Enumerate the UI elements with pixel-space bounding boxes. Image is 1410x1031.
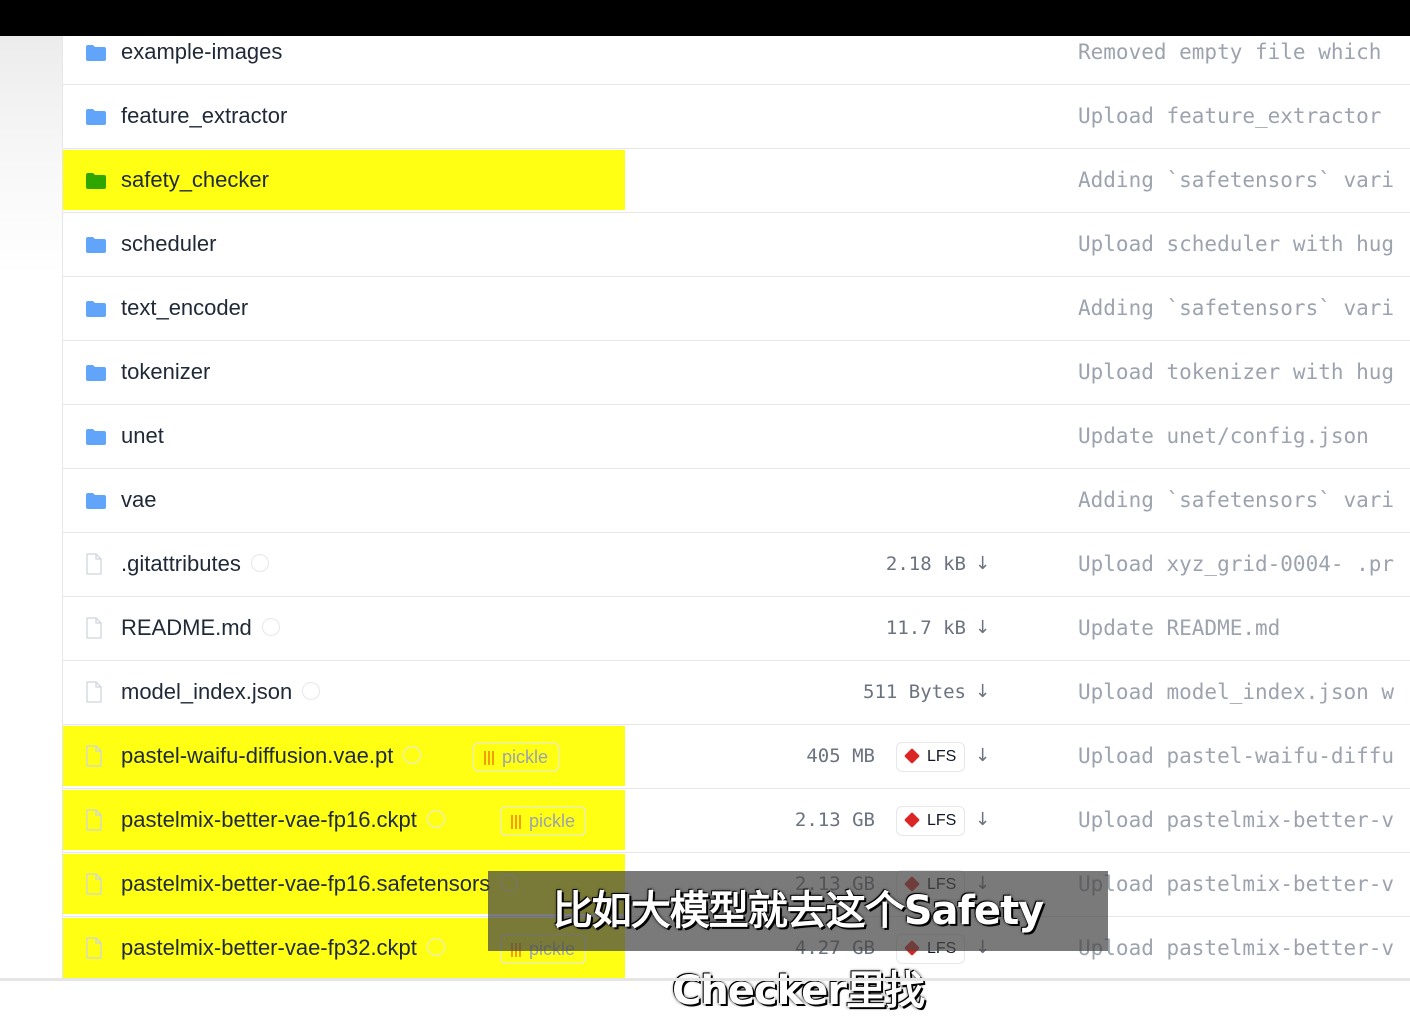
file-icon (85, 745, 107, 767)
file-name-link[interactable]: unet (121, 404, 164, 468)
file-size: 11.7 kB (885, 617, 966, 639)
folder-row[interactable]: safety_checker Adding `safetensors` vari (63, 148, 1410, 213)
file-name-link[interactable]: pastel-waifu-diffusion.vae.pt (121, 724, 422, 788)
commit-message-link[interactable]: Adding `safetensors` vari (1078, 468, 1394, 532)
folder-row[interactable]: tokenizer Upload tokenizer with hug (63, 340, 1410, 405)
file-icon (85, 553, 107, 575)
commit-message-link[interactable]: Upload xyz_grid-0004- .pr (1078, 532, 1394, 596)
commit-message-link[interactable]: Removed empty file which (1078, 20, 1381, 84)
file-list: example-images Removed empty file which fe… (62, 36, 1410, 981)
commit-message-link[interactable]: Adding `safetensors` vari (1078, 148, 1394, 212)
download-icon[interactable]: ↓ (975, 660, 990, 724)
folder-row[interactable]: text_encoder Adding `safetensors` vari (63, 276, 1410, 341)
file-name-link[interactable]: example-images (121, 20, 282, 84)
commit-message-link[interactable]: Upload feature_extractor (1078, 84, 1381, 148)
folder-icon (85, 173, 107, 189)
commit-message-link[interactable]: Upload pastel-waifu-diffu (1078, 724, 1394, 788)
commit-message-link[interactable]: Update README.md (1078, 596, 1280, 660)
download-icon[interactable]: ↓ (975, 724, 990, 788)
page-left-margin (0, 36, 62, 981)
safe-check-icon (250, 554, 269, 573)
commit-message-link[interactable]: Adding `safetensors` vari (1078, 276, 1394, 340)
commit-message-link[interactable]: Upload pastelmix-better-v (1078, 852, 1394, 916)
folder-icon (85, 301, 107, 317)
file-name-link[interactable]: pastelmix-better-vae-fp32.ckpt (121, 916, 445, 980)
file-icon (85, 937, 107, 959)
lfs-badge: LFS (896, 742, 966, 772)
folder-icon (85, 429, 107, 445)
file-size: 2.18 kB (885, 553, 966, 575)
commit-message-link[interactable]: Upload tokenizer with hug (1078, 340, 1394, 404)
commit-message-link[interactable]: Upload pastelmix-better-v (1078, 916, 1394, 980)
folder-row[interactable]: vae Adding `safetensors` vari (63, 468, 1410, 533)
pickle-badge: pickle (500, 806, 587, 836)
file-row[interactable]: pastelmix-better-vae-fp16.ckpt pickle 2.13… (63, 788, 1410, 853)
folder-icon (85, 365, 107, 381)
lfs-icon (904, 748, 920, 764)
file-size: 405 MB (806, 745, 875, 767)
folder-row[interactable]: unet Update unet/config.json (63, 404, 1410, 469)
pickle-icon (484, 751, 496, 765)
commit-message-link[interactable]: Upload pastelmix-better-v (1078, 788, 1394, 852)
file-name-link[interactable]: .gitattributes (121, 532, 269, 596)
file-icon (85, 681, 107, 703)
file-name-link[interactable]: README.md (121, 596, 280, 660)
safe-check-icon (426, 810, 445, 829)
file-size: 511 Bytes (863, 681, 966, 703)
commit-message-link[interactable]: Upload model_index.json w (1078, 660, 1394, 724)
folder-row[interactable]: example-images Removed empty file which (63, 20, 1410, 85)
file-row[interactable]: .gitattributes 2.18 kB ↓ Upload xyz_grid-00… (63, 532, 1410, 597)
folder-icon (85, 45, 107, 61)
download-icon[interactable]: ↓ (975, 788, 990, 852)
folder-icon (85, 237, 107, 253)
file-icon (85, 617, 107, 639)
folder-icon (85, 493, 107, 509)
file-name-link[interactable]: tokenizer (121, 340, 210, 404)
file-icon (85, 873, 107, 895)
file-name-link[interactable]: vae (121, 468, 156, 532)
commit-message-link[interactable]: Upload scheduler with hug (1078, 212, 1394, 276)
folder-row[interactable]: feature_extractor Upload feature_extracto… (63, 84, 1410, 149)
file-name-link[interactable]: pastelmix-better-vae-fp16.safetensors (121, 852, 519, 916)
lfs-icon (904, 812, 920, 828)
safe-check-icon (403, 746, 422, 765)
safe-check-icon (261, 618, 280, 637)
lfs-badge: LFS (896, 806, 966, 836)
download-icon[interactable]: ↓ (975, 596, 990, 660)
file-icon (85, 809, 107, 831)
file-name-link[interactable]: safety_checker (121, 148, 269, 212)
folder-icon (85, 109, 107, 125)
file-row[interactable]: README.md 11.7 kB ↓ Update README.md (63, 596, 1410, 661)
file-row[interactable]: pastel-waifu-diffusion.vae.pt pickle 405 M… (63, 724, 1410, 789)
file-name-link[interactable]: feature_extractor (121, 84, 287, 148)
file-name-link[interactable]: model_index.json (121, 660, 321, 724)
file-name-link[interactable]: scheduler (121, 212, 216, 276)
safe-check-icon (426, 938, 445, 957)
safe-check-icon (302, 682, 321, 701)
file-row[interactable]: model_index.json 511 Bytes ↓ Upload model_i… (63, 660, 1410, 725)
pickle-badge: pickle (473, 742, 560, 772)
commit-message-link[interactable]: Update unet/config.json (1078, 404, 1369, 468)
folder-row[interactable]: scheduler Upload scheduler with hug (63, 212, 1410, 277)
download-icon[interactable]: ↓ (975, 532, 990, 596)
video-subtitle: 比如大模型就去这个Safety Checker里找 (488, 871, 1108, 1014)
file-name-link[interactable]: text_encoder (121, 276, 248, 340)
pickle-icon (511, 815, 523, 829)
file-name-link[interactable]: pastelmix-better-vae-fp16.ckpt (121, 788, 445, 852)
file-size: 2.13 GB (794, 809, 875, 831)
